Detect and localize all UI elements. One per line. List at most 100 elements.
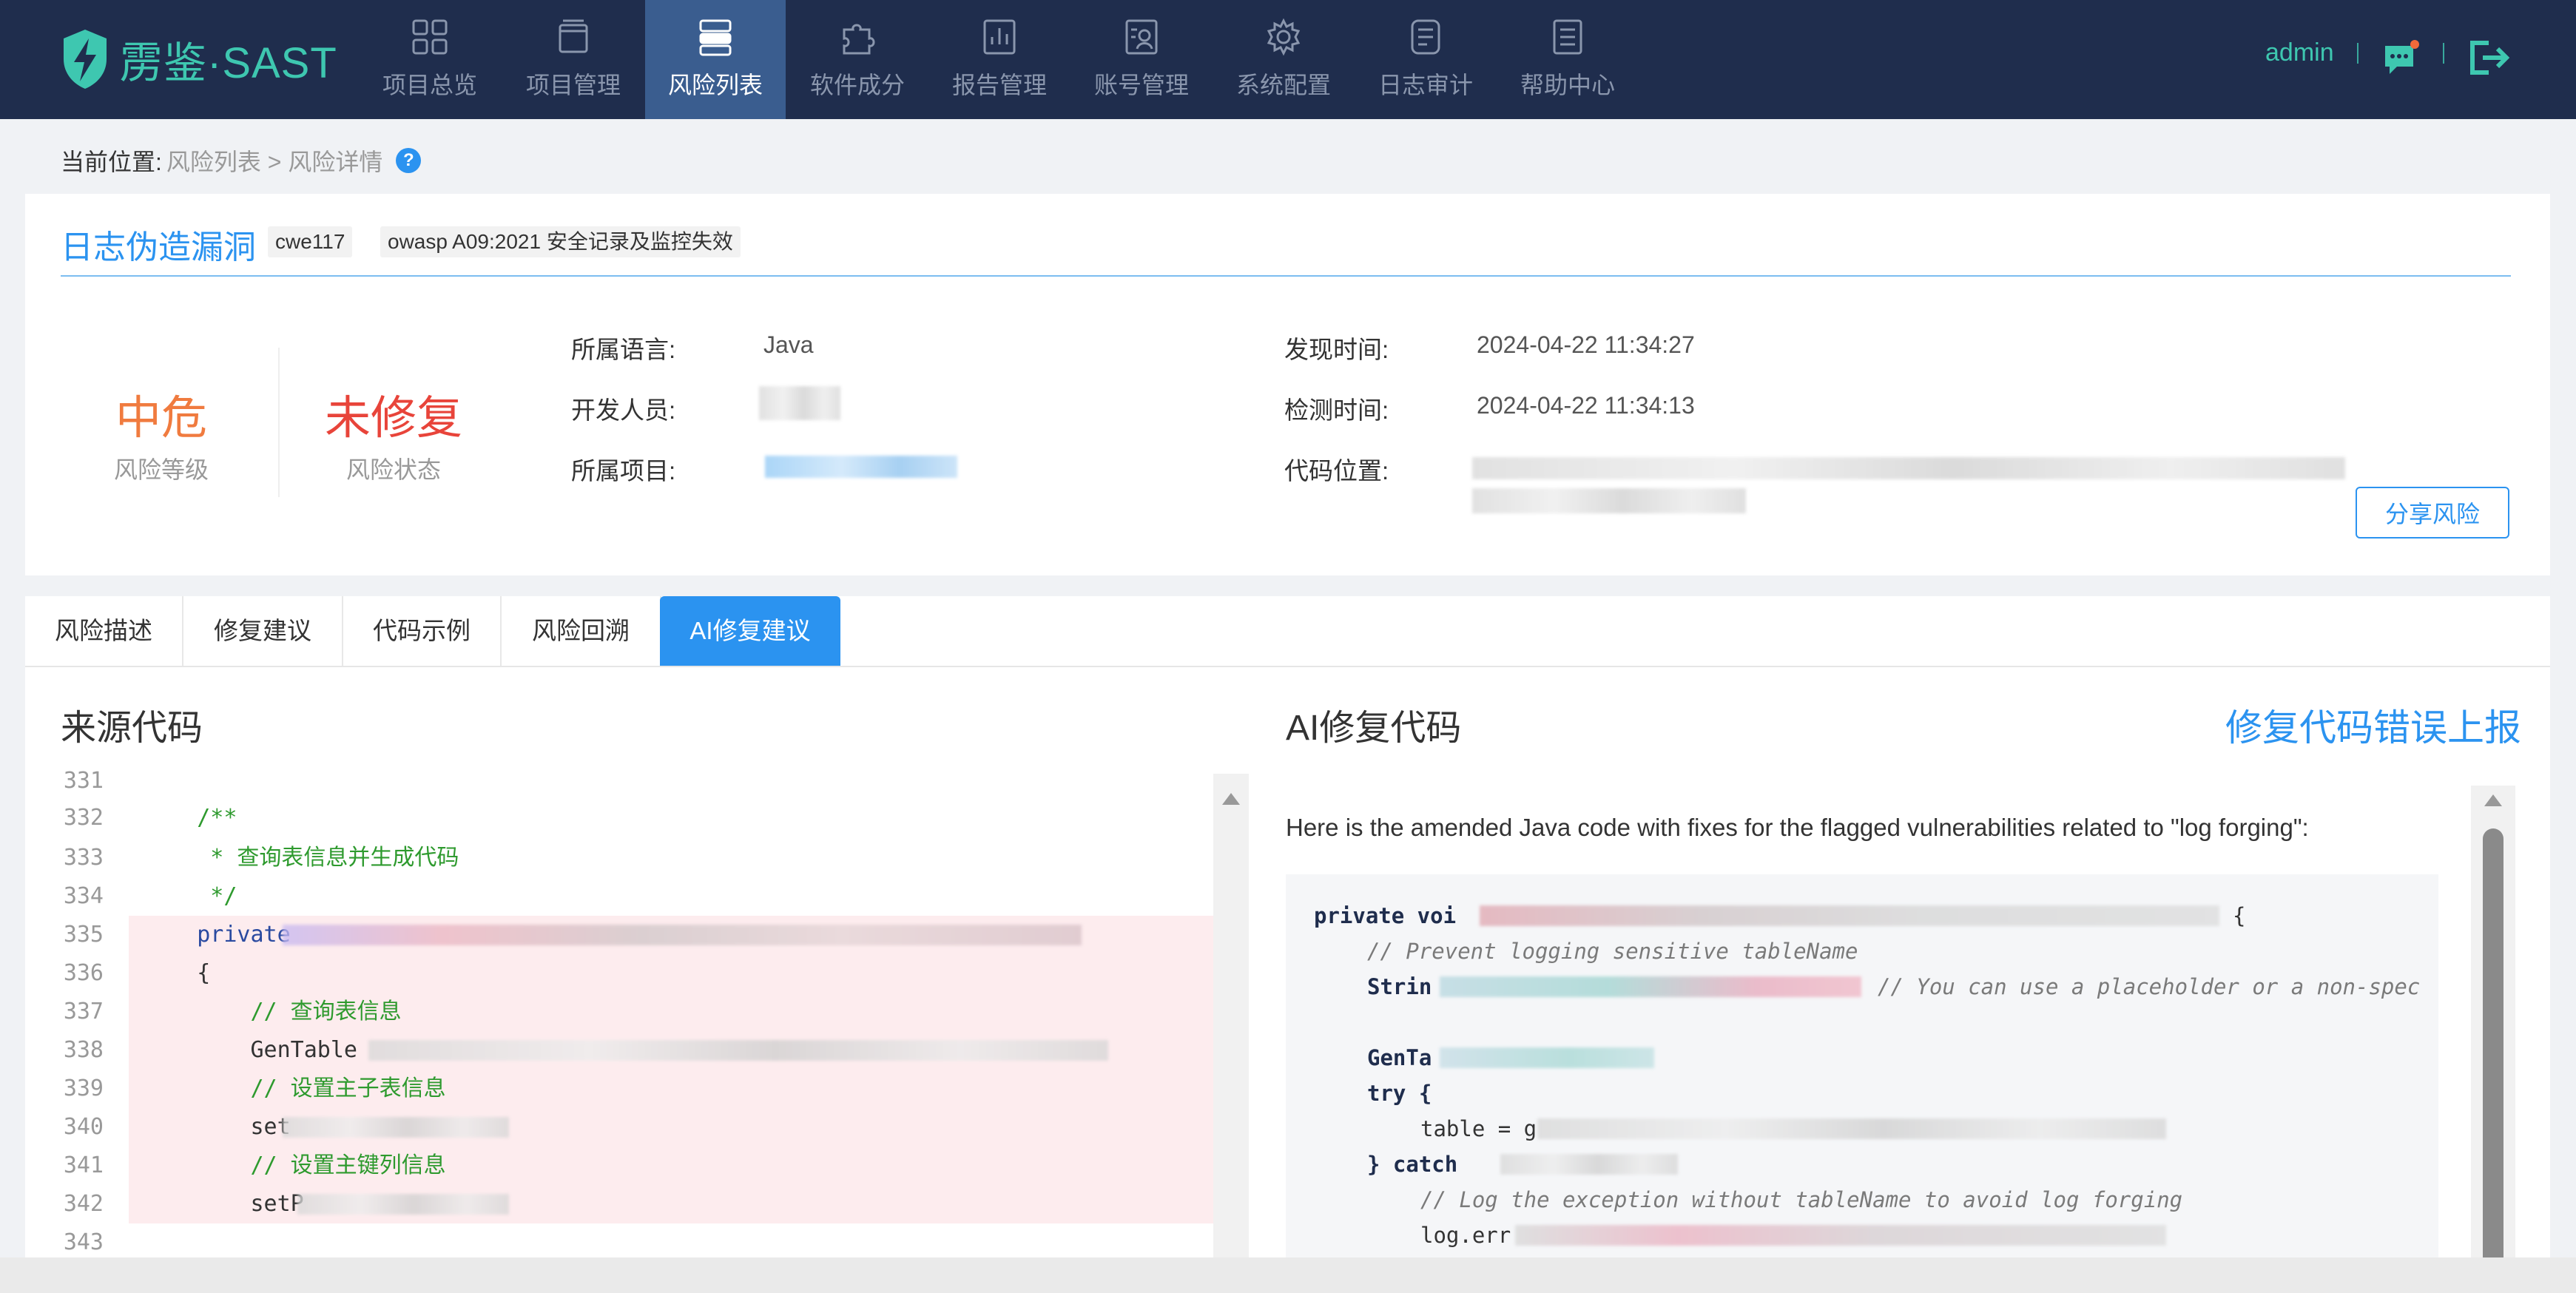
share-risk-button[interactable]: 分享风险 [2356, 487, 2509, 539]
nav-item-risk-list[interactable]: 风险列表 [645, 0, 786, 119]
tab-fix-suggestion[interactable]: 修复建议 [183, 596, 343, 666]
code-location-label: 代码位置: [1284, 457, 1389, 485]
user-card-icon [1125, 19, 1158, 55]
redacted-code [283, 1117, 509, 1138]
redacted-code [1500, 1154, 1678, 1175]
developer-label: 开发人员: [571, 396, 676, 424]
title-underline [61, 275, 2511, 277]
folder-icon [559, 19, 588, 53]
nav-label: 项目管理 [525, 72, 621, 98]
source-scrollbar[interactable] [1213, 774, 1249, 1293]
scroll-up-arrow-icon[interactable] [2484, 794, 2502, 806]
redacted-code [1537, 1118, 2166, 1139]
line-number: 337 [63, 999, 104, 1024]
line-number: 335 [63, 922, 104, 948]
redacted-code [368, 1040, 1108, 1061]
risk-status-value: 未修复 [324, 393, 462, 444]
ai-code-line: // You can use a placeholder or a non-sp… [1878, 974, 2421, 999]
ai-code-block[interactable]: private voi { // Prevent logging sensiti… [1286, 874, 2438, 1293]
breadcrumb-path[interactable]: 风险列表 > 风险详情 [166, 144, 382, 178]
nav-label: 报告管理 [951, 72, 1047, 98]
divider [2443, 43, 2444, 64]
code-line-highlighted: 341 // 设置主键列信息 [61, 1147, 1249, 1185]
top-navbar: 雳鉴·SAST 项目总览 项目管理 风险列表 软件成分 报告管理 账号管理 系统… [0, 0, 2576, 119]
message-icon[interactable] [2381, 38, 2421, 78]
line-number: 336 [63, 960, 104, 986]
redacted-code [1440, 1047, 1654, 1068]
horizontal-scrollbar[interactable] [0, 1257, 2576, 1293]
tab-code-example[interactable]: 代码示例 [343, 596, 502, 666]
app-name: 雳鉴·SAST [120, 39, 337, 87]
nav-item-settings[interactable]: 系统配置 [1213, 0, 1354, 119]
line-number: 340 [63, 1114, 104, 1140]
ai-code-line: Strin [1367, 974, 1432, 999]
breadcrumb: 当前位置: 风险列表 > 风险详情 ? [61, 144, 422, 178]
code-line: 334 */ [61, 877, 1249, 916]
line-number: 339 [63, 1076, 104, 1101]
nav-item-projects[interactable]: 项目管理 [503, 0, 644, 119]
code-text: // 查询表信息 [129, 993, 1249, 1031]
nav-label: 帮助中心 [1520, 72, 1615, 98]
language-label: 所属语言: [571, 336, 676, 363]
redacted-code [1440, 976, 1861, 997]
code-line: 331 [61, 762, 1249, 800]
line-number: 341 [63, 1152, 104, 1178]
language-value: Java [763, 331, 814, 358]
code-line-highlighted: 337 // 查询表信息 [61, 993, 1249, 1031]
grid-icon [412, 19, 448, 55]
detect-time-value: 2024-04-22 11:34:13 [1477, 392, 1695, 419]
nav-item-audit-log[interactable]: 日志审计 [1355, 0, 1496, 119]
code-line-highlighted: 336 { [61, 954, 1249, 993]
nav-label: 日志审计 [1378, 72, 1473, 98]
ai-code-scrollbar[interactable] [2471, 786, 2515, 1293]
server-icon [699, 19, 732, 56]
code-text: // 设置主子表信息 [129, 1070, 1249, 1108]
ai-code-line: GenTa [1367, 1045, 1432, 1070]
developer-value-redacted [759, 386, 840, 420]
line-number: 333 [63, 845, 104, 871]
risk-status-label: 风险状态 [345, 456, 441, 483]
ai-code-line: log.err [1420, 1223, 1511, 1248]
app-logo[interactable]: 雳鉴·SAST [61, 27, 337, 92]
project-link-redacted[interactable] [765, 456, 957, 478]
risk-level-label: 风险等级 [113, 456, 209, 483]
code-location-redacted [1472, 488, 1746, 513]
nav-label: 软件成分 [809, 72, 905, 98]
tab-ai-fix-suggestion[interactable]: AI修复建议 [660, 596, 840, 666]
ai-code-line: try { [1367, 1081, 1432, 1106]
found-time-label: 发现时间: [1284, 336, 1389, 363]
nav-item-reports[interactable]: 报告管理 [929, 0, 1070, 119]
ai-code-line: // Prevent logging sensitive tableName [1367, 939, 1858, 964]
nav-item-components[interactable]: 软件成分 [787, 0, 928, 119]
code-line-highlighted: 342 setP [61, 1185, 1249, 1223]
nav-item-overview[interactable]: 项目总览 [360, 0, 500, 119]
help-icon[interactable]: ? [396, 148, 422, 173]
code-line: 333 * 查询表信息并生成代码 [61, 839, 1249, 877]
ai-code-line: // Log the exception without tableName t… [1420, 1187, 2183, 1212]
puzzle-icon [843, 24, 875, 55]
project-label: 所属项目: [571, 457, 676, 485]
tab-risk-description[interactable]: 风险描述 [25, 596, 183, 666]
code-line-highlighted: 335 private [61, 916, 1249, 954]
code-text: // 设置主键列信息 [129, 1147, 1249, 1185]
line-number: 343 [63, 1229, 104, 1255]
scrollbar-thumb[interactable] [2483, 828, 2503, 1293]
tab-risk-backtrace[interactable]: 风险回溯 [502, 596, 661, 666]
logout-icon[interactable] [2467, 37, 2511, 78]
nav-item-accounts[interactable]: 账号管理 [1071, 0, 1212, 119]
ai-code-title: AI修复代码 [1286, 709, 1462, 748]
detect-time-label: 检测时间: [1284, 396, 1389, 424]
report-fix-error-link[interactable]: 修复代码错误上报 [2225, 698, 2521, 752]
code-line-highlighted: 340 set [61, 1108, 1249, 1147]
nav-label: 风险列表 [667, 72, 763, 98]
user-name[interactable]: admin [2265, 38, 2334, 67]
scroll-up-arrow-icon[interactable] [1222, 793, 1240, 805]
nav-item-help[interactable]: 帮助中心 [1497, 0, 1638, 119]
source-code-viewer[interactable]: 331 332 /** 333 * 查询表信息并生成代码 334 */ 335 … [61, 762, 1249, 1293]
line-number: 332 [63, 805, 104, 831]
shield-lightning-icon [64, 30, 107, 89]
vuln-title: 日志伪造漏洞 [61, 229, 256, 266]
ai-code-line: { [2233, 903, 2246, 928]
